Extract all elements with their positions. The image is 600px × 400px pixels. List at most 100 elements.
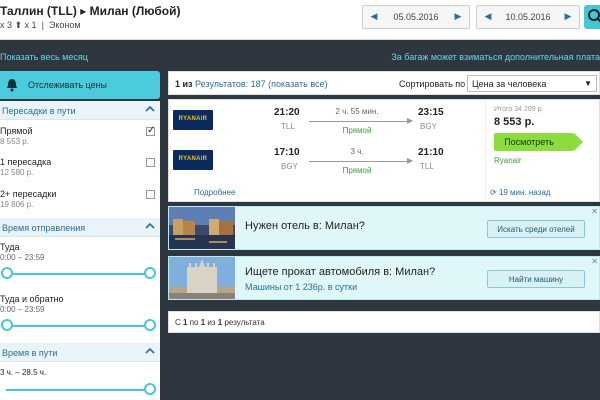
dep-airport-code: BGY [281,162,298,171]
airline-logo: RYANAIR [173,110,213,130]
track-prices-label: Отслеживать цены [28,80,108,90]
arr-time: 21:10 [418,147,444,158]
updated-time: ⟳ 19 мин. назад [490,188,550,197]
show-month-link[interactable]: Показать весь месяц [0,52,88,62]
results-header: 1 из Результатов: 187 (показать все) Сор… [168,71,600,95]
hotel-promo[interactable]: Нужен отель в: Милан? Искать среди отеле… [168,206,600,250]
roundtrip-max-handle[interactable] [144,319,156,331]
dep-time: 21:20 [274,107,300,118]
cabin-class: Эконом [48,20,81,30]
roundtrip-time-slider[interactable] [6,325,150,327]
dep-time: 17:10 [274,147,300,158]
outbound-time-slider[interactable] [6,273,150,275]
baggage-fee-link[interactable]: За багаж может взиматься дополнительная … [391,52,600,62]
results-count-prefix: 1 из [175,79,193,89]
arrow-right-icon: ▶ [407,116,414,125]
sort-select[interactable]: Цена за человека ▼ [467,75,597,92]
arr-airport-code: TLL [420,162,434,171]
provider-name[interactable]: Ryanair [494,156,522,165]
flight-leg-outbound: RYANAIR 21:20 TLL 2 ч. 55 мин. ▶ Прямой … [169,102,485,142]
outbound-time-label: Туда [0,242,20,252]
refresh-icon: ⟳ [490,188,497,197]
return-next-day-icon[interactable]: ▶ [561,11,575,22]
pager-results-word: результата [224,318,265,327]
view-deal-button[interactable]: Посмотреть [494,133,583,151]
price-per-person: 8 553 р. [494,116,535,128]
airline-logo-text: RYANAIR [178,116,208,122]
updated-time-text: 19 мин. назад [498,188,551,197]
passenger-count: x 3 ⬆ x 1 [0,20,37,30]
results-count: 1 из Результатов: 187 (показать все) [175,79,328,89]
duration-slider[interactable] [6,389,150,391]
pager-end: 1 [200,318,206,327]
return-date-field[interactable]: ◀ 10.05.2016 ▶ [476,5,580,29]
departure-filter-title: Время отправления [2,223,86,233]
car-rental-promo[interactable]: Ищете прокат автомобиля в: Милан? Машины… [168,256,600,300]
stops-option-direct-price: 8 553 р. [0,137,29,146]
pager-from: С [175,318,181,327]
roundtrip-min-handle[interactable] [1,319,13,331]
airline-logo: RYANAIR [173,150,213,170]
stops-label: Прямой [342,126,372,135]
depart-date-field[interactable]: ◀ 05.05.2016 ▶ [362,5,470,29]
passengers-info[interactable]: x 3 ⬆ x 1 | Эконом [0,20,81,31]
stops-label: Прямой [342,166,372,175]
stops-two-checkbox[interactable] [146,190,155,199]
chevron-up-icon [145,347,155,354]
stops-one-checkbox[interactable] [146,158,155,167]
duration-filter-header[interactable]: Время в пути [0,343,160,362]
stops-direct-checkbox[interactable] [146,125,155,136]
close-icon[interactable]: ✕ [591,257,598,266]
flight-duration: 3 ч. [350,147,364,156]
search-button[interactable] [584,5,600,29]
search-icon [588,9,600,23]
route-arrow-line [309,121,409,122]
search-hotels-button[interactable]: Искать среди отелей [487,220,585,238]
sort-value: Цена за человека [472,79,547,89]
close-icon[interactable]: ✕ [591,207,598,216]
roundtrip-time-label: Туда и обратно [0,294,64,304]
outbound-time-range: 0:00 – 23:59 [0,253,45,262]
route-title[interactable]: Таллин (TLL) ▸ Милан (Любой) [0,4,180,18]
find-car-button[interactable]: Найти машину [487,270,585,288]
stops-option-two-label[interactable]: 2+ пересадки [0,189,56,199]
pager-total: 1 [217,318,223,327]
duration-range: 3 ч. – 28.5 ч. [0,368,47,377]
hotel-promo-title: Нужен отель в: Милан? [245,220,365,232]
show-all-results-link[interactable]: Результатов: 187 (показать все) [195,79,327,89]
arr-time: 23:15 [418,107,444,118]
depart-next-day-icon[interactable]: ▶ [451,11,465,22]
stops-option-two-price: 19 806 р. [0,200,34,209]
arrow-right-icon: ▶ [407,156,414,165]
stops-option-one-label[interactable]: 1 пересадка [0,157,51,167]
stops-option-direct-label[interactable]: Прямой [0,126,32,136]
dropdown-arrow-icon: ▼ [584,79,592,88]
dep-airport-code: TLL [281,122,295,131]
milan-cathedral-photo [169,257,235,299]
car-promo-title: Ищете прокат автомобиля в: Милан? [245,266,436,278]
departure-filter-header[interactable]: Время отправления [0,218,160,237]
duration-max-handle[interactable] [144,383,156,395]
pager-to: по [189,318,199,327]
duration-filter-title: Время в пути [2,348,58,358]
track-prices-button[interactable]: Отслеживать цены [0,71,160,99]
total-price: Итого 34 209 р. [494,106,544,113]
car-promo-subtitle: Машины от 1 236р. в сутки [245,282,358,292]
stops-filter-header[interactable]: Пересадки в пути [0,101,160,120]
flight-result-card[interactable]: RYANAIR 21:20 TLL 2 ч. 55 мин. ▶ Прямой … [168,99,600,202]
sort-label: Сортировать по [399,79,466,89]
pager-of: из [207,318,216,327]
view-deal-label: Посмотреть [504,137,554,147]
flight-details-link[interactable]: Подробнее [194,188,236,197]
airline-logo-text: RYANAIR [178,156,208,162]
filter-sidebar: Пересадки в пути Прямой 8 553 р. 1 перес… [0,101,160,400]
flight-duration: 2 ч. 55 мин. [335,107,379,116]
outbound-max-handle[interactable] [144,267,156,279]
outbound-min-handle[interactable] [1,267,13,279]
search-header: Таллин (TLL) ▸ Милан (Любой) x 3 ⬆ x 1 |… [0,0,600,40]
pager-text: С 1 по 1 из 1 результата [175,318,265,327]
roundtrip-time-range: 0:00 – 23:59 [0,305,45,314]
chevron-up-icon [145,222,155,229]
price-column: Итого 34 209 р. 8 553 р. Посмотреть Ryan… [485,100,599,201]
route-arrow-line [309,161,409,162]
